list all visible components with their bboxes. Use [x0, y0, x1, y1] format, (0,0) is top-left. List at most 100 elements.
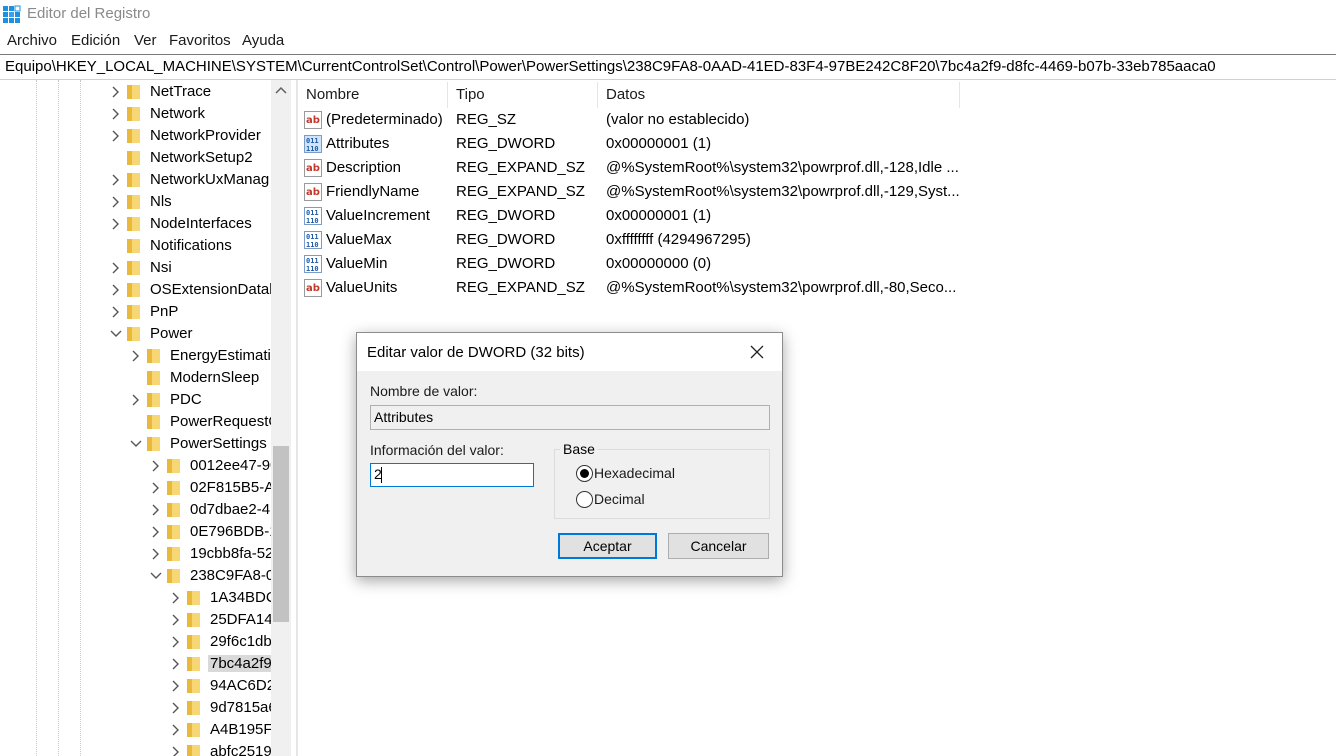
tree-node-label[interactable]: 0012ee47-90	[190, 457, 278, 474]
chevron-right-icon[interactable]	[110, 128, 122, 144]
tree-node-label[interactable]: 29f6c1db	[210, 633, 272, 650]
folder-icon	[147, 349, 160, 363]
chevron-right-icon[interactable]	[170, 744, 182, 756]
menu-favoritos[interactable]: Favoritos	[169, 32, 231, 49]
column-header-name[interactable]: Nombre	[299, 82, 448, 108]
chevron-right-icon[interactable]	[170, 678, 182, 694]
chevron-down-icon[interactable]	[130, 436, 142, 452]
chevron-right-icon[interactable]	[110, 106, 122, 122]
chevron-right-icon[interactable]	[150, 524, 162, 540]
tree-node-label[interactable]: Nls	[150, 193, 172, 210]
scroll-up-arrow-icon[interactable]	[271, 80, 291, 102]
chevron-down-icon[interactable]	[150, 568, 162, 584]
value-name: FriendlyName	[326, 183, 420, 200]
tree-node-label[interactable]: Network	[150, 105, 205, 122]
value-row[interactable]: 011 110 ValueMax REG_DWORD 0xffffffff (42949…	[299, 228, 999, 252]
key-tree[interactable]: NetTrace Network NetworkProvider NetworkSet…	[0, 80, 291, 756]
tree-node-label[interactable]: Power	[150, 325, 193, 342]
tree-node-label[interactable]: NetworkProvider	[150, 127, 261, 144]
chevron-right-icon[interactable]	[170, 656, 182, 672]
edit-dword-dialog: Editar valor de DWORD (32 bits) Nombre d…	[356, 332, 783, 577]
chevron-right-icon[interactable]	[110, 282, 122, 298]
tree-node-label[interactable]: A4B195F	[210, 721, 273, 738]
chevron-right-icon[interactable]	[150, 480, 162, 496]
tree-node-label[interactable]: abfc2519	[210, 743, 272, 756]
tree-node-label[interactable]: NetworkUxManag	[150, 171, 269, 188]
tree-node-label[interactable]: PDC	[170, 391, 202, 408]
tree-node-label[interactable]: 1A34BDC	[210, 589, 277, 606]
value-row[interactable]: ab FriendlyName REG_EXPAND_SZ @%SystemRoot%…	[299, 180, 999, 204]
column-header-type[interactable]: Tipo	[449, 82, 598, 108]
chevron-right-icon[interactable]	[110, 304, 122, 320]
tree-node-label[interactable]: OSExtensionDatab	[150, 281, 278, 298]
tree-node-label[interactable]: 19cbb8fa-52	[190, 545, 273, 562]
chevron-right-icon[interactable]	[170, 612, 182, 628]
value-data: @%SystemRoot%\system32\powrprof.dll,-80,…	[606, 279, 957, 296]
chevron-right-icon[interactable]	[150, 458, 162, 474]
tree-node-label[interactable]: 94AC6D2	[210, 677, 275, 694]
folder-icon	[147, 437, 160, 451]
chevron-right-icon[interactable]	[130, 392, 142, 408]
value-data-input[interactable]: 2	[370, 463, 534, 487]
tree-node-label[interactable]: 0d7dbae2-4	[190, 501, 270, 518]
tree-node-label[interactable]: PnP	[150, 303, 178, 320]
menu-archivo[interactable]: Archivo	[7, 32, 57, 49]
value-row[interactable]: 011 110 Attributes REG_DWORD 0x00000001 (1)	[299, 132, 999, 156]
tree-node-label[interactable]: NetworkSetup2	[150, 149, 253, 166]
value-row[interactable]: ab Description REG_EXPAND_SZ @%SystemRoot%\…	[299, 156, 999, 180]
tree-node-label[interactable]: ModernSleep	[170, 369, 259, 386]
tree-node-label[interactable]: 238C9FA8-0	[190, 567, 274, 584]
tree-node-label[interactable]: Nsi	[150, 259, 172, 276]
menu-edicion[interactable]: Edición	[71, 32, 120, 49]
chevron-right-icon[interactable]	[170, 700, 182, 716]
tree-node-label[interactable]: EnergyEstimatio	[170, 347, 279, 364]
folder-icon	[187, 745, 200, 756]
tree-node-label[interactable]: 7bc4a2f9	[208, 655, 274, 672]
chevron-right-icon[interactable]	[170, 590, 182, 606]
chevron-right-icon[interactable]	[150, 502, 162, 518]
chevron-right-icon[interactable]	[110, 260, 122, 276]
chevron-right-icon[interactable]	[170, 722, 182, 738]
tree-node-label[interactable]: Notifications	[150, 237, 232, 254]
chevron-right-icon[interactable]	[170, 634, 182, 650]
cancel-button[interactable]: Cancelar	[668, 533, 769, 559]
address-path[interactable]: Equipo\HKEY_LOCAL_MACHINE\SYSTEM\Current…	[5, 58, 1216, 75]
tree-node-label[interactable]: NodeInterfaces	[150, 215, 252, 232]
address-bar[interactable]: Equipo\HKEY_LOCAL_MACHINE\SYSTEM\Current…	[0, 54, 1336, 80]
value-name-field: Attributes	[370, 405, 770, 430]
tree-node-label[interactable]: 25DFA14	[210, 611, 273, 628]
pane-splitter[interactable]	[296, 80, 298, 756]
value-row[interactable]: 011 110 ValueMin REG_DWORD 0x00000000 (0)	[299, 252, 999, 276]
chevron-right-icon[interactable]	[110, 194, 122, 210]
menu-ayuda[interactable]: Ayuda	[242, 32, 284, 49]
radio-decimal[interactable]	[576, 491, 593, 508]
value-row[interactable]: 011 110 ValueIncrement REG_DWORD 0x00000001 …	[299, 204, 999, 228]
scrollbar-thumb[interactable]	[273, 446, 289, 622]
value-row[interactable]: ab ValueUnits REG_EXPAND_SZ @%SystemRoot%\s…	[299, 276, 999, 300]
column-header-data[interactable]: Datos	[599, 82, 960, 108]
value-type: REG_EXPAND_SZ	[456, 183, 585, 200]
value-name: ValueMax	[326, 231, 392, 248]
tree-node-label[interactable]: 9d7815a6	[210, 699, 277, 716]
radio-decimal-label[interactable]: Decimal	[594, 491, 645, 507]
menu-ver[interactable]: Ver	[134, 32, 157, 49]
chevron-down-icon[interactable]	[110, 326, 122, 342]
chevron-right-icon[interactable]	[150, 546, 162, 562]
tree-scrollbar[interactable]	[271, 80, 291, 756]
tree-node-label[interactable]: 02F815B5-A	[190, 479, 274, 496]
tree-node-label[interactable]: 0E796BDB-1	[190, 523, 278, 540]
radio-hexadecimal-label[interactable]: Hexadecimal	[594, 465, 675, 481]
value-type: REG_DWORD	[456, 207, 556, 224]
chevron-right-icon[interactable]	[110, 172, 122, 188]
chevron-right-icon[interactable]	[110, 84, 122, 100]
ok-button[interactable]: Aceptar	[558, 533, 657, 559]
close-icon[interactable]	[747, 342, 767, 362]
radio-hexadecimal[interactable]	[576, 465, 593, 482]
tree-node-label[interactable]: PowerRequestO	[170, 413, 280, 430]
dialog-title-bar: Editar valor de DWORD (32 bits)	[357, 333, 782, 371]
tree-node-label[interactable]: PowerSettings	[170, 435, 267, 452]
value-row[interactable]: ab (Predeterminado) REG_SZ (valor no establ…	[299, 108, 999, 132]
tree-node-label[interactable]: NetTrace	[150, 83, 211, 100]
chevron-right-icon[interactable]	[110, 216, 122, 232]
chevron-right-icon[interactable]	[130, 348, 142, 364]
